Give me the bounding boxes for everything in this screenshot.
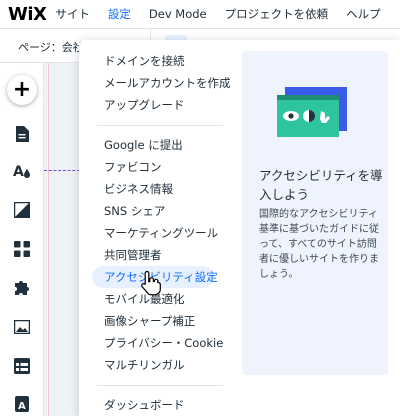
menu-item-dashboard[interactable]: ダッシュボード	[79, 394, 241, 416]
settings-menu: ドメインを接続 メールアカウントを作成 アップグレード Google に提出 フ…	[79, 50, 241, 416]
left-toolbar: + A A	[0, 63, 44, 416]
accessibility-illustration	[277, 87, 347, 137]
wix-logo[interactable]: WiX	[8, 4, 47, 25]
menu-item-image-sharpening[interactable]: 画像シャープ補正	[79, 310, 241, 332]
top-nav: サイト 設定 Dev Mode プロジェクトを依頼 ヘルプ ア	[46, 0, 400, 29]
menu-item-marketing-tools[interactable]: マーケティングツール	[79, 222, 241, 244]
nav-hire-professional[interactable]: プロジェクトを依頼	[216, 0, 338, 29]
menu-divider	[97, 385, 223, 386]
business-tools-button[interactable]	[12, 278, 32, 298]
plus-icon: +	[12, 77, 32, 102]
page-icon	[16, 126, 29, 142]
site-design-button[interactable]: A	[12, 161, 32, 181]
menu-item-collaborators[interactable]: 共同管理者	[79, 244, 241, 266]
puzzle-icon	[15, 281, 29, 295]
top-bar: WiX サイト 設定 Dev Mode プロジェクトを依頼 ヘルプ ア	[0, 0, 400, 29]
hand-cursor-icon	[141, 270, 161, 296]
page-selector[interactable]: ページ：会社	[18, 39, 84, 55]
nav-settings[interactable]: 設定	[99, 0, 140, 29]
canvas-guide-line	[48, 63, 49, 416]
menu-item-social-share[interactable]: SNS シェア	[79, 200, 241, 222]
media-button[interactable]	[12, 317, 32, 337]
add-elements-button[interactable]: +	[7, 75, 37, 105]
menu-item-multilingual[interactable]: マルチリンガル	[79, 354, 241, 376]
menu-divider	[97, 125, 223, 126]
design-icon: A	[13, 164, 30, 180]
menu-item-upgrade[interactable]: アップグレード	[79, 94, 241, 116]
info-description: 国際的なアクセシビリティ基準に基づいたガイドに従って、すべてのサイト訪問者に優し…	[259, 209, 379, 280]
svg-text:A: A	[13, 164, 24, 180]
text-icon: A	[15, 396, 29, 412]
cms-button[interactable]	[12, 356, 32, 376]
settings-dropdown: ドメインを接続 メールアカウントを作成 アップグレード Google に提出 フ…	[79, 40, 400, 416]
text-button[interactable]: A	[12, 394, 32, 414]
menu-item-business-info[interactable]: ビジネス情報	[79, 178, 241, 200]
table-icon	[14, 358, 30, 374]
background-icon	[14, 202, 30, 218]
svg-text:A: A	[18, 401, 26, 412]
nav-site[interactable]: サイト	[46, 0, 99, 29]
background-button[interactable]	[12, 200, 32, 220]
nav-upgrade[interactable]: ア	[390, 0, 400, 29]
pages-button[interactable]	[12, 124, 32, 144]
menu-item-connect-domain[interactable]: ドメインを接続	[79, 50, 241, 72]
nav-help[interactable]: ヘルプ	[337, 0, 390, 29]
menu-item-create-mailbox[interactable]: メールアカウントを作成	[79, 72, 241, 94]
menu-item-google[interactable]: Google に提出	[79, 134, 241, 156]
add-apps-button[interactable]	[12, 239, 32, 259]
info-title: アクセシビリティを導入しよう	[259, 168, 383, 202]
canvas-section-line	[44, 170, 80, 171]
info-panel: アクセシビリティを導入しよう 国際的なアクセシビリティ基準に基づいたガイドに従っ…	[242, 51, 388, 375]
menu-item-privacy-cookie[interactable]: プライバシー・Cookie	[79, 332, 241, 354]
media-icon	[14, 320, 30, 334]
nav-dev-mode[interactable]: Dev Mode	[140, 0, 216, 29]
apps-icon	[14, 241, 30, 257]
menu-item-favicon[interactable]: ファビコン	[79, 156, 241, 178]
